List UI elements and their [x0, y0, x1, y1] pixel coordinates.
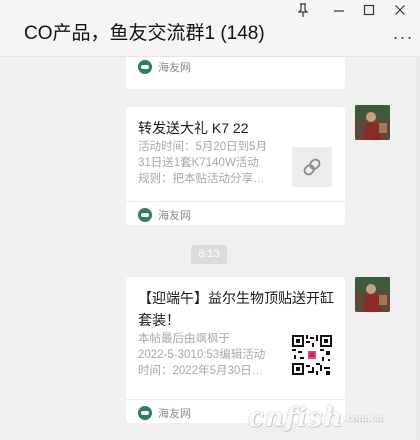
card-title: 【迎端午】益尔生物顶贴送开缸套装！: [138, 290, 334, 328]
avatar[interactable]: [355, 105, 390, 140]
source-logo-icon: [138, 60, 152, 74]
card-source: 海友网: [158, 210, 191, 222]
link-thumbnail: [292, 147, 332, 187]
source-logo-icon: [138, 406, 152, 420]
link-icon: [303, 158, 321, 176]
card-footer: 海友网: [126, 201, 345, 225]
card-description: 活动时间：5月20日到5月 31日送1套K7140W活动 规则：把本贴活动分享…: [138, 141, 268, 185]
share-card[interactable]: 海友网: [126, 57, 345, 89]
card-source: 海友网: [158, 408, 191, 420]
share-card[interactable]: 【迎端午】益尔生物顶贴送开缸套装！ 本帖最后由飒枫于 2022-5-3010:5…: [126, 277, 345, 423]
source-logo-icon: [138, 208, 152, 222]
minimize-button[interactable]: [326, 3, 352, 21]
close-button[interactable]: [387, 3, 413, 21]
qr-code-thumbnail: [292, 335, 332, 375]
chat-title: CO产品，鱼友交流群1 (148): [24, 23, 265, 44]
title-bar: CO产品，鱼友交流群1 (148) ···: [0, 0, 420, 56]
watermark-suffix: .com.cn: [343, 414, 383, 424]
scrollbar[interactable]: [416, 57, 420, 440]
watermark-brand: cnfish: [248, 403, 344, 433]
time-divider: 8:13: [191, 245, 227, 264]
more-options-button[interactable]: ···: [392, 28, 414, 47]
card-source: 海友网: [158, 62, 191, 74]
share-card[interactable]: 转发送大礼 K7 22 活动时间：5月20日到5月 31日送1套K7140W活动…: [126, 107, 345, 225]
maximize-button[interactable]: [356, 3, 382, 21]
card-title: 转发送大礼 K7 22: [138, 120, 249, 136]
qr-code-icon: [292, 335, 332, 375]
site-watermark: cnfish.com.cn: [248, 403, 383, 433]
card-footer: 海友网: [126, 57, 345, 77]
card-description: 本帖最后由飒枫于 2022-5-3010:53编辑活动 时间：2022年5月30…: [138, 333, 266, 377]
message-list[interactable]: 海友网 转发送大礼 K7 22 活动时间：5月20日到5月 31日送1套K714…: [0, 57, 416, 440]
avatar[interactable]: [355, 277, 390, 312]
pin-icon[interactable]: [290, 3, 316, 21]
